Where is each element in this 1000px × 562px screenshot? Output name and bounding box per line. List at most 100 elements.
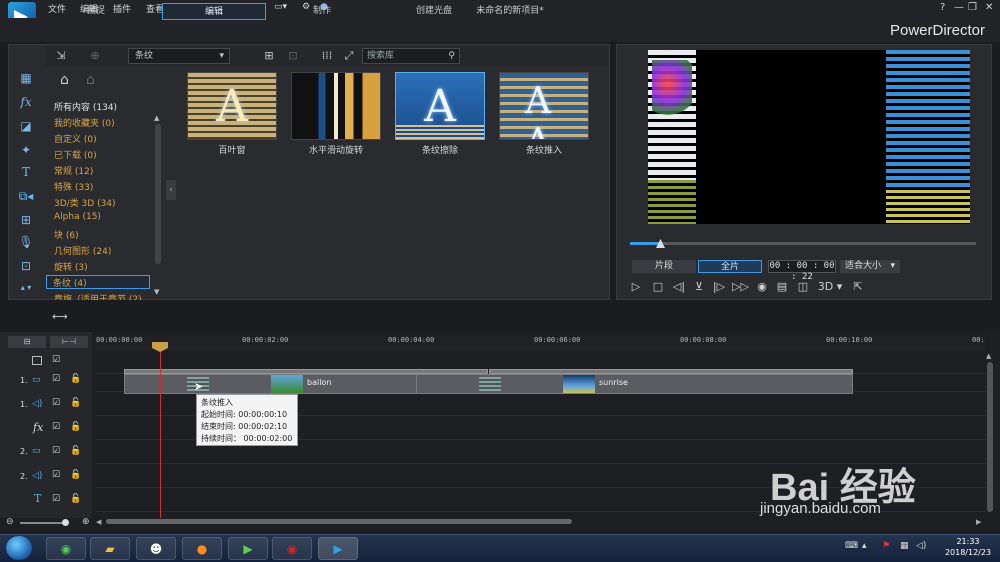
tab-edit[interactable]: 编辑 (162, 3, 266, 20)
audio-mix-icon[interactable]: ⊞ (16, 212, 36, 228)
taskbar-app-icon[interactable]: ▶ (228, 537, 268, 560)
taskbar-firefox-icon[interactable]: ● (182, 537, 222, 560)
track-enable-checkbox[interactable]: ☑ (52, 398, 60, 408)
grid-view-icon[interactable]: ⁞⁞⁞ (320, 49, 334, 63)
split-icon[interactable]: ⊻ (691, 280, 707, 294)
playhead-line[interactable] (160, 342, 161, 518)
tab-capture[interactable]: 捕捉 (44, 3, 148, 20)
taskbar-clock[interactable]: 21:33 2018/12/23 (940, 536, 996, 558)
tag-add-icon[interactable]: ⌂ (60, 72, 69, 88)
category-item[interactable]: 章旗（适用于章节 (2) (54, 292, 142, 300)
tray-keyboard-icon[interactable]: ⌨ (845, 541, 858, 551)
close-button[interactable]: ✕ (985, 2, 993, 13)
video-clip-sunrise[interactable]: sunrise (416, 374, 853, 394)
scroll-right-icon[interactable]: ▶ (976, 518, 981, 526)
undock-preview-icon[interactable]: ⇱ (850, 280, 866, 294)
taskbar-recorder-icon[interactable]: ◉ (272, 537, 312, 560)
fast-forward-icon[interactable]: ▷▷ (732, 280, 749, 294)
start-button[interactable] (6, 536, 32, 560)
lock-icon[interactable]: 🔓 (70, 494, 81, 504)
zoom-slider-handle[interactable] (62, 519, 69, 526)
track-enable-checkbox[interactable]: ☑ (52, 494, 60, 504)
import-icon[interactable]: ⇲ (54, 49, 68, 63)
category-item[interactable]: 常规 (12) (54, 164, 93, 177)
track-enable-checkbox[interactable]: ☑ (52, 470, 60, 480)
fullscreen-icon[interactable]: ⤢ (342, 49, 356, 63)
category-item[interactable]: 所有内容 (134) (54, 100, 117, 113)
transition-room-icon[interactable]: ⧉◂ (16, 188, 36, 204)
lock-icon[interactable]: 🔓 (70, 374, 81, 384)
transition-thumb-blinds[interactable]: A (187, 72, 277, 140)
transition-marker[interactable] (479, 377, 501, 391)
category-item[interactable]: 块 (6) (54, 228, 79, 241)
taskbar-qq-icon[interactable]: ☻ (136, 537, 176, 560)
timecode-display[interactable]: 00 : 00 : 00 : 22 (768, 260, 836, 282)
tray-network-icon[interactable]: ▦ (900, 541, 909, 551)
timeline-zoom-slider[interactable] (20, 522, 68, 524)
tray-expand-icon[interactable]: ▴ (862, 541, 867, 551)
track-enable-checkbox[interactable]: ☑ (52, 422, 60, 432)
subtitle-icon[interactable]: ▤ (774, 280, 790, 294)
next-frame-icon[interactable]: |▷ (711, 280, 727, 294)
category-item[interactable]: 旋转 (3) (54, 260, 88, 273)
taskbar-app-360-icon[interactable]: ◉ (46, 537, 86, 560)
search-icon[interactable]: ⚲ (448, 49, 455, 63)
title-room-icon[interactable]: T (16, 164, 36, 180)
transition-thumb-horizontal-slide[interactable] (291, 72, 381, 140)
transition-thumb-stripe-wipe[interactable]: A (395, 72, 485, 140)
lock-icon[interactable]: 🔓 (70, 398, 81, 408)
collapse-panel-button[interactable]: ‹ (166, 180, 176, 200)
tab-produce[interactable]: 制作 (270, 3, 374, 20)
tray-volume-icon[interactable]: ◁) (916, 541, 926, 551)
category-item[interactable]: 几何图形 (24) (54, 244, 111, 257)
category-dropdown[interactable]: 条纹 ▾ (128, 48, 230, 64)
library-search-input[interactable]: 搜索库 ⚲ (362, 48, 460, 64)
effects-room-icon[interactable]: fx (16, 94, 36, 110)
category-item[interactable]: Alpha (15) (54, 212, 101, 222)
timeline-zoom-icon[interactable]: ⊢⊣ (50, 336, 88, 348)
taskbar-explorer-icon[interactable]: ▰ (90, 537, 130, 560)
timeline-vertical-scrollbar[interactable] (987, 362, 993, 512)
track-enable-checkbox[interactable]: ☑ (52, 355, 60, 365)
zoom-fit-dropdown[interactable]: 适合大小 ▾ (840, 260, 900, 273)
track-enable-checkbox[interactable]: ☑ (52, 446, 60, 456)
category-item[interactable]: 已下载 (0) (54, 148, 97, 161)
restore-button[interactable]: ❐ (968, 2, 977, 13)
track-enable-checkbox[interactable]: ☑ (52, 374, 60, 384)
voice-record-icon[interactable]: 🎙 (16, 234, 36, 250)
category-item-selected[interactable]: 条纹 (4) (46, 275, 150, 289)
taskbar-powerdirector-icon[interactable]: ▶ (318, 537, 358, 560)
stop-icon[interactable]: □ (650, 280, 666, 294)
minimize-button[interactable]: — (954, 2, 964, 13)
category-scrollbar[interactable] (155, 124, 161, 264)
chapter-room-icon[interactable]: ⊡ (16, 258, 36, 274)
category-item[interactable]: 自定义 (0) (54, 132, 97, 145)
lock-icon[interactable]: 🔓 (70, 422, 81, 432)
volume-icon[interactable]: ◫ (795, 280, 811, 294)
previous-frame-icon[interactable]: ◁| (671, 280, 687, 294)
transition-thumb-stripe-push[interactable]: A A (499, 72, 589, 140)
lock-icon[interactable]: 🔓 (70, 446, 81, 456)
scroll-up-down-icon[interactable]: ▴ ▾ (16, 280, 36, 296)
track-manager-icon[interactable]: ⊟ (8, 336, 46, 348)
scroll-down-icon[interactable]: ▼ (154, 288, 159, 296)
3d-mode-button[interactable]: 3D ▾ (816, 280, 844, 294)
particle-room-icon[interactable]: ✦ (16, 142, 36, 158)
tray-security-icon[interactable]: ⚑ (882, 541, 890, 551)
scroll-up-icon[interactable]: ▲ (986, 352, 991, 360)
zoom-in-icon[interactable]: ⊕ (82, 517, 90, 527)
help-button[interactable]: ? (940, 2, 945, 13)
play-icon[interactable]: ▷ (628, 280, 644, 294)
category-item[interactable]: 我的收藏夹 (0) (54, 116, 115, 129)
media-room-icon[interactable]: ▦ (16, 70, 36, 86)
zoom-out-icon[interactable]: ⊖ (6, 517, 14, 527)
lock-icon[interactable]: 🔓 (70, 470, 81, 480)
preview-seek-track[interactable] (630, 242, 976, 245)
scroll-up-icon[interactable]: ▲ (154, 114, 159, 122)
category-item[interactable]: 特殊 (33) (54, 180, 93, 193)
clip-mode-button[interactable]: 片段 (632, 260, 696, 273)
scroll-left-icon[interactable]: ◀ (96, 518, 101, 526)
timeline-horizontal-scrollbar[interactable] (106, 519, 572, 524)
movie-mode-button[interactable]: 全片 (698, 260, 762, 273)
fit-timeline-icon[interactable]: ⟷ (52, 310, 68, 323)
